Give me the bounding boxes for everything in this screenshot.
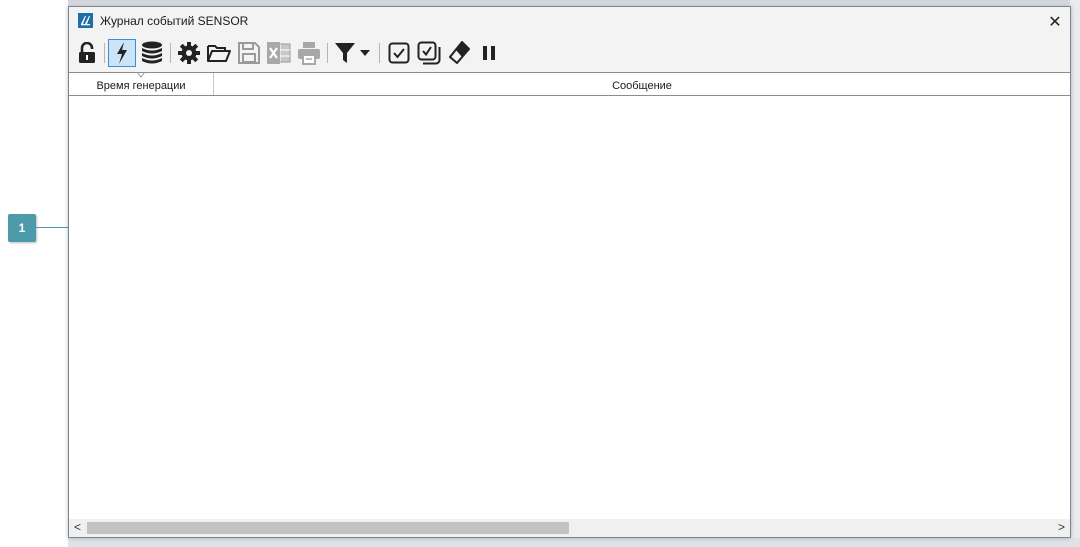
scroll-right-icon[interactable]: > (1058, 520, 1065, 534)
export-excel-button[interactable] (265, 39, 293, 67)
title-bar: Журнал событий SENSOR ✕ (69, 7, 1070, 36)
lock-button[interactable] (73, 39, 101, 67)
desktop-background-right (1070, 0, 1080, 547)
events-table[interactable]: Время генерации Сообщение (69, 72, 1070, 519)
select-all-button[interactable] (415, 39, 443, 67)
callout-line (36, 227, 69, 228)
close-button[interactable]: ✕ (1040, 7, 1070, 36)
sort-arrow-icon (137, 72, 145, 78)
pause-icon (483, 46, 495, 60)
lightning-icon (117, 42, 127, 64)
toolbar (69, 36, 1070, 72)
lock-icon (79, 42, 95, 63)
print-button[interactable] (295, 39, 323, 67)
open-file-button[interactable] (205, 39, 233, 67)
window-title: Журнал событий SENSOR (100, 14, 249, 28)
checkbox-multi-icon (417, 41, 441, 65)
save-button[interactable] (235, 39, 263, 67)
save-icon (238, 42, 260, 64)
database-icon (142, 41, 162, 64)
toolbar-separator (104, 43, 105, 63)
select-button[interactable] (385, 39, 413, 67)
event-log-window: Журнал событий SENSOR ✕ Время генерации … (68, 6, 1071, 538)
scrollbar-thumb[interactable] (87, 522, 569, 534)
settings-button[interactable] (175, 39, 203, 67)
pause-button[interactable] (475, 39, 503, 67)
excel-icon (267, 42, 291, 64)
callout-badge: 1 (8, 214, 36, 242)
eraser-icon (449, 41, 470, 64)
column-header-time[interactable]: Время генерации (69, 72, 214, 95)
scroll-left-icon[interactable]: < (74, 520, 81, 534)
database-button[interactable] (138, 39, 166, 67)
printer-icon (298, 42, 320, 65)
checkbox-icon (388, 42, 410, 64)
close-icon: ✕ (1048, 13, 1062, 31)
folder-open-icon (207, 45, 231, 62)
chevron-down-icon (360, 50, 370, 56)
toolbar-separator (170, 43, 171, 63)
toolbar-separator (327, 43, 328, 63)
desktop-background-bottom (68, 538, 1080, 547)
realtime-button[interactable] (108, 39, 136, 67)
filter-dropdown-button[interactable] (332, 39, 372, 67)
filter-icon (335, 43, 355, 63)
app-icon (78, 13, 93, 28)
toolbar-separator (379, 43, 380, 63)
gear-icon (178, 42, 200, 64)
column-header-message[interactable]: Сообщение (214, 73, 1070, 95)
horizontal-scrollbar[interactable]: < > (69, 519, 1070, 537)
clear-button[interactable] (445, 39, 473, 67)
table-header: Время генерации Сообщение (69, 72, 1070, 96)
